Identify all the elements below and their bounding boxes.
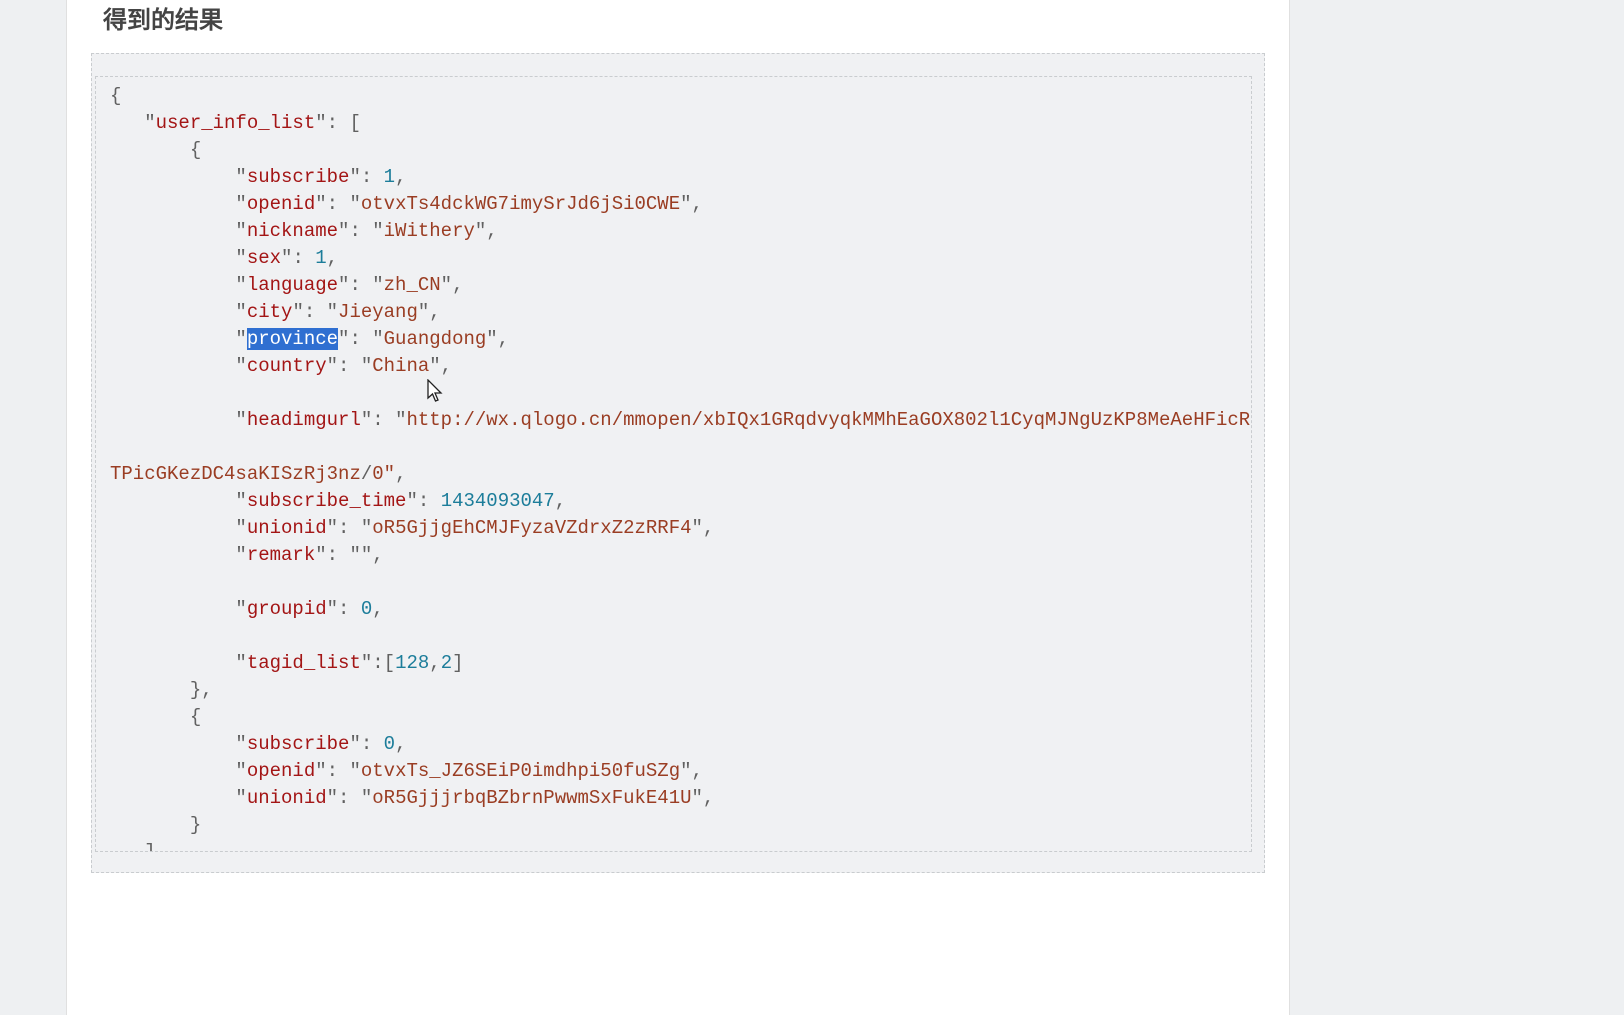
page-root: 得到的结果 { "user_info_list": [ { "subscribe… xyxy=(0,0,1624,1015)
code-block[interactable]: { "user_info_list": [ { "subscribe": 1, … xyxy=(96,77,1251,852)
code-inner-box[interactable]: { "user_info_list": [ { "subscribe": 1, … xyxy=(95,76,1252,852)
content-card: 得到的结果 { "user_info_list": [ { "subscribe… xyxy=(66,0,1290,1015)
brace-open: { xyxy=(110,85,121,107)
section-heading: 得到的结果 xyxy=(67,0,1289,53)
code-outer-box: { "user_info_list": [ { "subscribe": 1, … xyxy=(91,53,1265,873)
selected-text[interactable]: province xyxy=(247,328,338,350)
cursor-icon xyxy=(427,379,445,405)
